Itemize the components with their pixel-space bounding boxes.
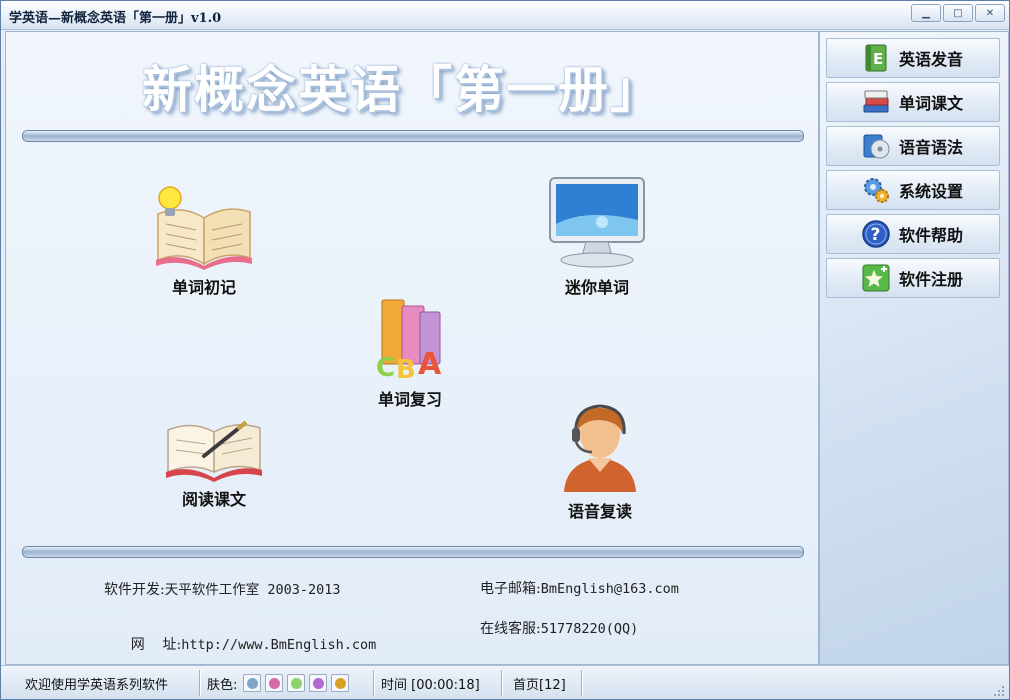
service-info: 在线客服:51778220(QQ)	[480, 618, 638, 638]
skin-swatch-blue[interactable]	[243, 674, 262, 692]
maximize-icon: □	[953, 7, 963, 19]
email-label: 电子邮箱:	[480, 581, 541, 597]
sidebar-item-pronunciation[interactable]: E 英语发音	[826, 38, 1000, 78]
abc-books-icon: C B A	[376, 299, 442, 382]
developer-info: 软件开发:天平软件工作室 2003-2013	[104, 578, 341, 599]
tile-voice-repeat[interactable]: 语音复读	[560, 400, 640, 522]
website-info: 网 址:http://www.BmEnglish.com	[104, 618, 377, 670]
minimize-button[interactable]: ▁	[911, 4, 941, 22]
email-info: 电子邮箱:BmEnglish@163.com	[480, 578, 679, 598]
top-separator	[22, 130, 804, 142]
skin-swatch-gold[interactable]	[331, 674, 350, 692]
app-window: 学英语—新概念英语「第一册」v1.0 ▁ □ ✕ 新概念英语「第一册」 单词初记	[0, 0, 1010, 700]
svg-text:E: E	[873, 50, 883, 68]
tile-word-review-label: 单词复习	[377, 390, 442, 409]
media-cd-icon	[863, 134, 890, 159]
e-book-icon: E	[865, 44, 887, 72]
open-book-pen-icon	[166, 420, 262, 482]
status-divider	[501, 670, 502, 696]
skin-selector: 肤色:	[207, 672, 353, 694]
maximize-button[interactable]: □	[943, 4, 973, 22]
email-value[interactable]: BmEnglish@163.com	[541, 581, 679, 597]
tile-read-text-label: 阅读课文	[181, 490, 246, 509]
sidebar-item-settings[interactable]: 系统设置	[826, 170, 1000, 210]
tile-word-first-label: 单词初记	[171, 278, 236, 297]
tile-read-text[interactable]: 阅读课文	[164, 406, 264, 510]
status-time: 时间 [00:00:18]	[381, 677, 480, 693]
bottom-separator	[22, 546, 804, 558]
sidebar-item-label: 软件帮助	[899, 226, 964, 245]
status-bar: 欢迎使用学英语系列软件 肤色: 时间 [00:00:18] 首页[12]	[1, 665, 1009, 699]
status-divider	[581, 670, 582, 696]
sidebar-item-label: 系统设置	[899, 182, 964, 201]
skin-swatch-purple[interactable]	[309, 674, 328, 692]
close-button[interactable]: ✕	[975, 4, 1005, 22]
service-value: 51778220(QQ)	[540, 621, 639, 637]
skin-swatch-pink[interactable]	[265, 674, 284, 692]
svg-text:A: A	[418, 347, 442, 382]
status-page: 首页[12]	[513, 677, 566, 693]
service-label: 在线客服:	[480, 621, 541, 637]
monitor-icon	[549, 177, 645, 268]
sidebar-item-label: 单词课文	[899, 94, 964, 113]
website-value[interactable]: http://www.BmEnglish.com	[181, 637, 376, 653]
tile-voice-repeat-label: 语音复读	[567, 502, 632, 521]
sidebar-item-register[interactable]: 软件注册	[826, 258, 1000, 298]
svg-text:B: B	[396, 355, 416, 382]
sidebar-item-label: 语音语法	[899, 138, 964, 157]
minimize-icon: ▁	[922, 7, 930, 19]
svg-text:?: ?	[871, 225, 881, 245]
sidebar-item-phonetics-grammar[interactable]: 语音语法	[826, 126, 1000, 166]
status-welcome: 欢迎使用学英语系列软件	[25, 677, 169, 693]
skin-label: 肤色:	[207, 677, 238, 693]
status-divider	[199, 670, 200, 696]
website-label: 网 址:	[130, 637, 182, 653]
headset-operator-icon	[564, 404, 636, 492]
gears-icon	[864, 178, 889, 203]
title-bar[interactable]: 学英语—新概念英语「第一册」v1.0 ▁ □ ✕	[1, 1, 1009, 30]
skin-swatch-green[interactable]	[287, 674, 306, 692]
tile-word-review[interactable]: C B A 单词复习	[372, 294, 448, 410]
tile-mini-word-label: 迷你单词	[564, 278, 629, 297]
sidebar-item-label: 英语发音	[899, 50, 964, 69]
open-book-bulb-icon	[156, 186, 252, 270]
resize-grip-icon[interactable]	[993, 685, 1005, 697]
register-star-icon	[862, 264, 890, 292]
developer-label: 软件开发:	[104, 582, 165, 598]
close-icon: ✕	[985, 7, 995, 19]
tile-mini-word[interactable]: 迷你单词	[546, 174, 648, 298]
status-divider	[373, 670, 374, 696]
sidebar-item-help[interactable]: ? 软件帮助	[826, 214, 1000, 254]
sidebar-item-word-text[interactable]: 单词课文	[826, 82, 1000, 122]
main-panel: 新概念英语「第一册」 单词初记 迷你单词 C B A 单词复习 阅读课文 语音复…	[5, 31, 819, 665]
sidebar: E 英语发音 单词课文 语音语法 系统设置 ? 软件帮助 软件注册	[819, 31, 1009, 665]
tile-word-first[interactable]: 单词初记	[152, 184, 256, 298]
window-title: 学英语—新概念英语「第一册」v1.0	[9, 11, 222, 26]
banner-title: 新概念英语「第一册」	[142, 60, 662, 119]
developer-value: 天平软件工作室 2003-2013	[164, 582, 341, 598]
sidebar-item-label: 软件注册	[899, 270, 964, 289]
svg-text:C: C	[376, 353, 395, 382]
help-icon: ?	[862, 220, 890, 248]
books-stack-icon	[863, 90, 889, 113]
